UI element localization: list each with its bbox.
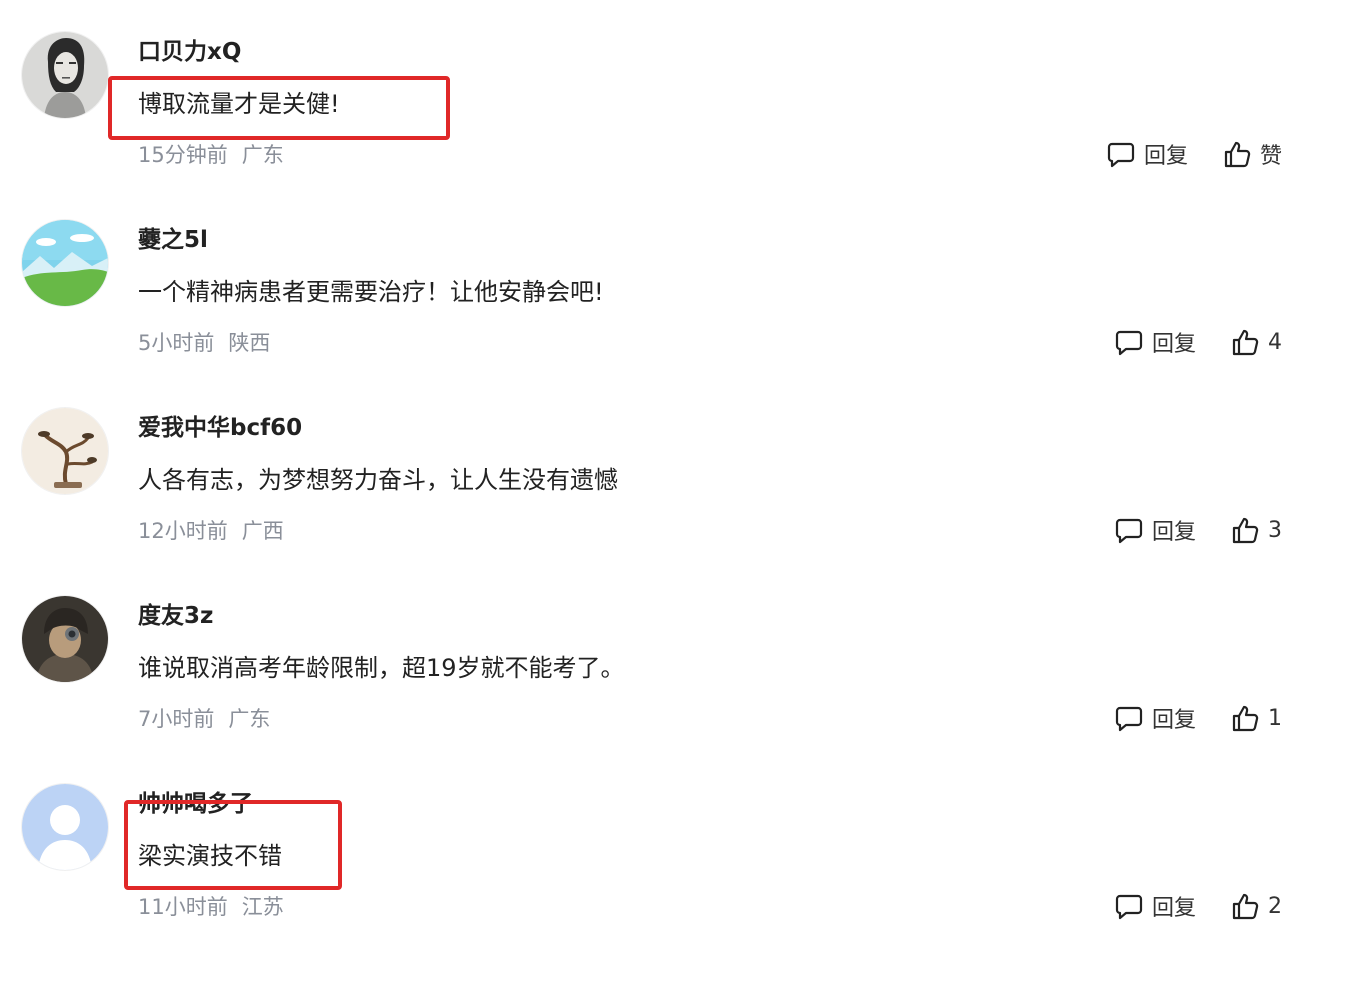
comment-bubble-icon [1107, 142, 1135, 168]
comment-text: 博取流量才是关健! [138, 90, 340, 118]
comment-bubble-icon [1115, 330, 1143, 356]
comment-actions: 回复 2 [1114, 888, 1282, 924]
like-button[interactable]: 2 [1230, 891, 1282, 921]
reply-button[interactable]: 回复 [1114, 514, 1196, 546]
thumbs-up-icon [1232, 893, 1259, 920]
reply-label: 回复 [1151, 332, 1196, 357]
reply-button[interactable]: 回复 [1114, 890, 1196, 922]
comment-actions: 回复 赞 [1106, 136, 1282, 172]
comment-item: 虁之5l 一个精神病患者更需要治疗！让他安静会吧! 5小时前 陕西 回复 4 [0, 190, 1370, 378]
reply-label: 回复 [1151, 708, 1196, 733]
comment-location: 陕西 [228, 331, 271, 355]
comment-time: 12小时前 [138, 519, 228, 543]
comment-actions: 回复 1 [1114, 700, 1282, 736]
like-count: 2 [1268, 893, 1282, 919]
landscape-avatar[interactable] [22, 220, 108, 306]
helmet-avatar[interactable] [22, 596, 108, 682]
comment-meta: 11小时前 江苏 [138, 891, 284, 921]
comment-location: 广西 [241, 519, 284, 543]
comment-item: 口贝力xQ 博取流量才是关健! 15分钟前 广东 回复 赞 [0, 2, 1370, 190]
thumbs-up-icon [1224, 141, 1251, 168]
comment-text: 一个精神病患者更需要治疗！让他安静会吧! [138, 278, 604, 306]
reply-button[interactable]: 回复 [1106, 138, 1188, 170]
comment-time: 15分钟前 [138, 143, 228, 167]
username[interactable]: 帅帅喝多了 [138, 784, 253, 818]
comment-actions: 回复 4 [1114, 324, 1282, 360]
comment-item: 度友3z 谁说取消高考年龄限制，超19岁就不能考了。 7小时前 广东 回复 1 [0, 566, 1370, 754]
like-button[interactable]: 3 [1230, 515, 1282, 545]
reply-label: 回复 [1151, 520, 1196, 545]
like-count: 3 [1268, 517, 1282, 543]
comment-meta: 7小时前 广东 [138, 703, 270, 733]
bonsai-avatar[interactable] [22, 408, 108, 494]
thumbs-up-icon [1232, 517, 1259, 544]
portrait-sketch-avatar[interactable] [22, 32, 108, 118]
comment-item: 帅帅喝多了 梁实演技不错 11小时前 江苏 回复 2 [0, 754, 1370, 942]
comment-text: 谁说取消高考年龄限制，超19岁就不能考了。 [138, 654, 625, 682]
comment-text: 人各有志，为梦想努力奋斗，让人生没有遗憾 [138, 466, 618, 494]
comment-meta: 12小时前 广西 [138, 515, 284, 545]
comment-item: 爱我中华bcf60 人各有志，为梦想努力奋斗，让人生没有遗憾 12小时前 广西 回… [0, 378, 1370, 566]
like-count: 1 [1268, 705, 1282, 731]
reply-label: 回复 [1151, 896, 1196, 921]
comment-meta: 15分钟前 广东 [138, 139, 284, 169]
comment-location: 江苏 [241, 895, 284, 919]
comment-bubble-icon [1115, 894, 1143, 920]
like-button[interactable]: 4 [1230, 327, 1282, 357]
comment-time: 5小时前 [138, 331, 215, 355]
reply-button[interactable]: 回复 [1114, 702, 1196, 734]
username[interactable]: 度友3z [138, 596, 213, 630]
reply-button[interactable]: 回复 [1114, 326, 1196, 358]
comment-actions: 回复 3 [1114, 512, 1282, 548]
username[interactable]: 爱我中华bcf60 [138, 408, 302, 442]
default-user-avatar[interactable] [22, 784, 108, 870]
like-button[interactable]: 1 [1230, 703, 1282, 733]
reply-label: 回复 [1143, 144, 1188, 169]
username[interactable]: 口贝力xQ [138, 32, 241, 66]
thumbs-up-icon [1232, 705, 1259, 732]
comment-time: 11小时前 [138, 895, 228, 919]
comment-meta: 5小时前 陕西 [138, 327, 270, 357]
username[interactable]: 虁之5l [138, 220, 208, 254]
like-button[interactable]: 赞 [1222, 138, 1282, 170]
thumbs-up-icon [1232, 329, 1259, 356]
comment-list: 口贝力xQ 博取流量才是关健! 15分钟前 广东 回复 赞 虁之5l 一个精神病… [0, 0, 1370, 984]
comment-bubble-icon [1115, 706, 1143, 732]
like-count: 赞 [1259, 144, 1282, 169]
comment-location: 广东 [228, 707, 271, 731]
like-count: 4 [1268, 329, 1282, 355]
comment-location: 广东 [241, 143, 284, 167]
comment-time: 7小时前 [138, 707, 215, 731]
comment-text: 梁实演技不错 [138, 842, 282, 870]
comment-bubble-icon [1115, 518, 1143, 544]
